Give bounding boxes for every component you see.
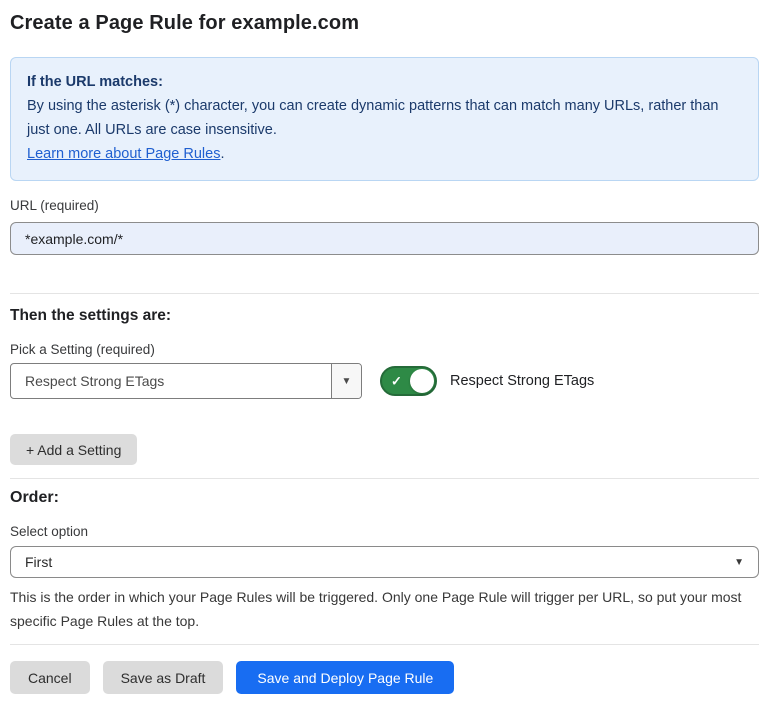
chevron-down-icon: ▼ bbox=[734, 557, 744, 568]
add-setting-button[interactable]: + Add a Setting bbox=[10, 434, 137, 465]
save-deploy-button[interactable]: Save and Deploy Page Rule bbox=[236, 661, 454, 694]
toggle-knob bbox=[410, 369, 434, 393]
toggle-label: Respect Strong ETags bbox=[450, 373, 594, 389]
order-select-label: Select option bbox=[10, 524, 759, 539]
info-box-body: By using the asterisk (*) character, you… bbox=[27, 94, 742, 142]
section-divider bbox=[10, 478, 759, 479]
info-box-link-line: Learn more about Page Rules. bbox=[27, 142, 742, 166]
settings-heading: Then the settings are: bbox=[10, 307, 759, 325]
url-match-info-box: If the URL matches: By using the asteris… bbox=[10, 57, 759, 181]
save-draft-button[interactable]: Save as Draft bbox=[103, 661, 224, 694]
page-rule-form: Create a Page Rule for example.com If th… bbox=[0, 10, 769, 694]
order-select[interactable]: First ▼ bbox=[10, 546, 759, 578]
setting-row: Respect Strong ETags ▼ ✓ Respect Strong … bbox=[10, 363, 759, 399]
setting-picker-label: Pick a Setting (required) bbox=[10, 342, 759, 357]
order-select-value: First bbox=[25, 554, 52, 570]
link-suffix: . bbox=[220, 146, 224, 162]
check-icon: ✓ bbox=[391, 375, 402, 388]
section-divider bbox=[10, 293, 759, 294]
footer-divider bbox=[10, 644, 759, 645]
url-input[interactable] bbox=[10, 222, 759, 255]
cancel-button[interactable]: Cancel bbox=[10, 661, 90, 694]
footer-actions: Cancel Save as Draft Save and Deploy Pag… bbox=[10, 661, 759, 694]
setting-select[interactable]: Respect Strong ETags ▼ bbox=[10, 363, 362, 399]
order-heading: Order: bbox=[10, 489, 759, 507]
page-title: Create a Page Rule for example.com bbox=[10, 10, 759, 36]
info-box-heading: If the URL matches: bbox=[27, 70, 742, 94]
learn-more-link[interactable]: Learn more about Page Rules bbox=[27, 146, 220, 162]
setting-select-value: Respect Strong ETags bbox=[11, 364, 331, 398]
url-field-label: URL (required) bbox=[10, 198, 759, 213]
order-help-text: This is the order in which your Page Rul… bbox=[10, 585, 759, 633]
chevron-down-icon[interactable]: ▼ bbox=[331, 364, 361, 398]
setting-toggle[interactable]: ✓ bbox=[380, 366, 437, 396]
